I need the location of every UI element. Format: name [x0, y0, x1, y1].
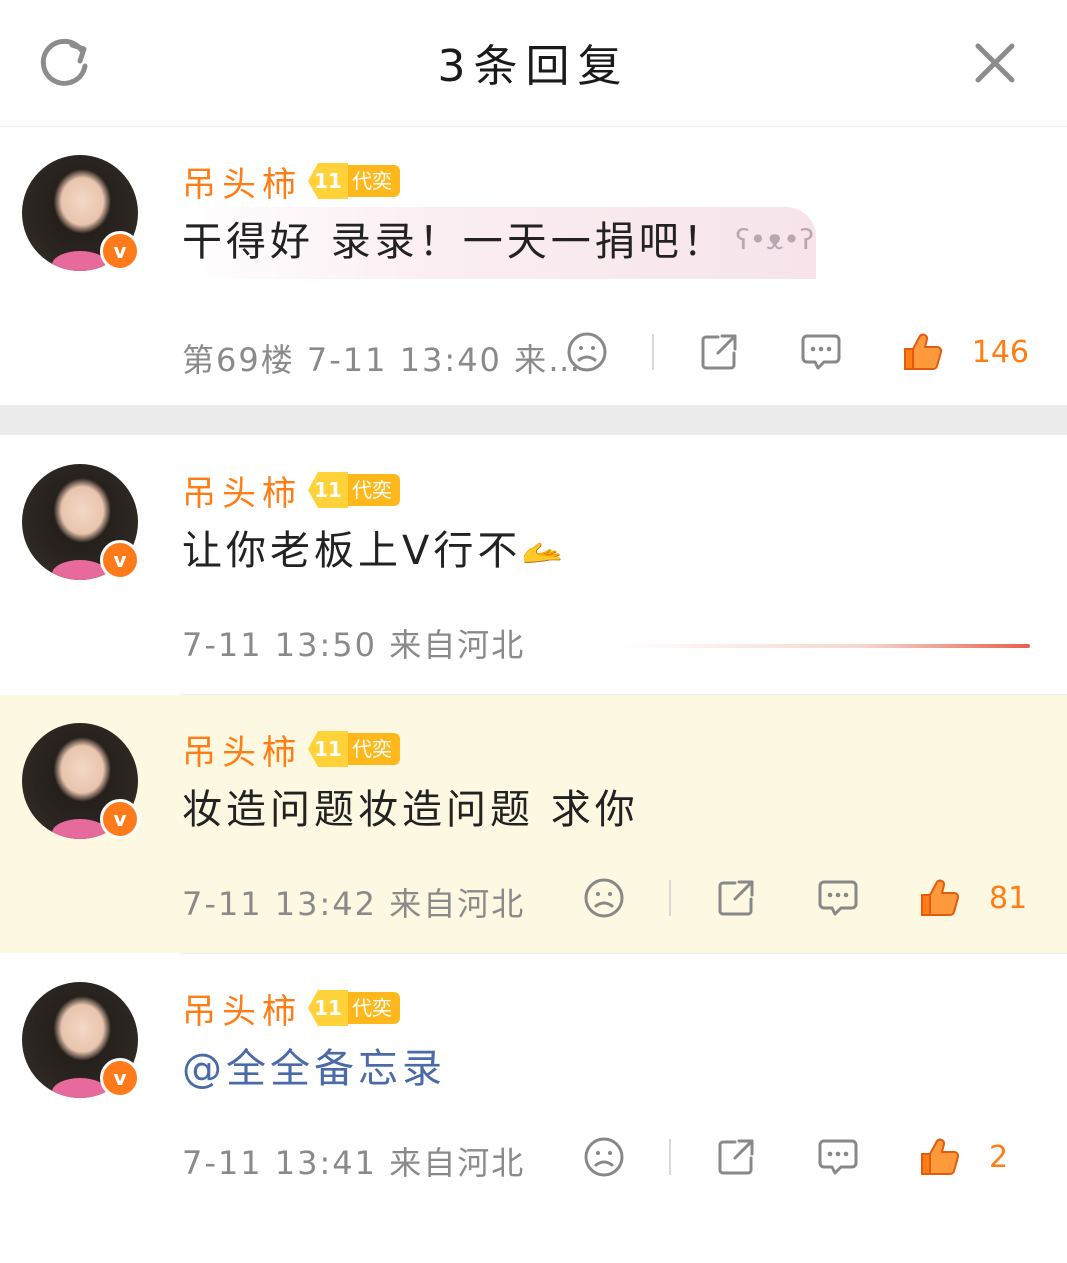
mention-link[interactable]: @全全备忘录: [182, 1036, 446, 1094]
comment-actions: 81: [579, 873, 1029, 923]
like-count: 2: [989, 1139, 1009, 1175]
sad-face-icon: [567, 332, 607, 372]
badge-label: 代奕: [348, 733, 400, 765]
comment-item: v 吊头柿 11 代奕 @全全备忘录 7-11 13:41 来自河北 2: [0, 954, 1067, 1263]
sad-face-icon: [584, 878, 624, 918]
hand-emoji-icon: 🫴: [521, 533, 568, 573]
level-number: 11: [308, 731, 348, 767]
reply-button[interactable]: [813, 1132, 863, 1182]
comment-meta: 第69楼 7-11 13:40 来…: [182, 341, 583, 379]
username[interactable]: 吊头柿: [182, 157, 302, 206]
avatar[interactable]: v: [22, 982, 140, 1098]
verified-icon: v: [100, 1058, 140, 1098]
like-count: 146: [971, 334, 1029, 370]
avatar[interactable]: v: [22, 464, 140, 580]
share-button[interactable]: [711, 1132, 761, 1182]
thumbs-up-icon: [921, 879, 960, 916]
badge-label: 代奕: [348, 165, 400, 197]
like-button[interactable]: [915, 873, 965, 923]
close-icon[interactable]: [970, 38, 1020, 88]
reply-button[interactable]: [813, 873, 863, 923]
comment-item: v 吊头柿 11 代奕 妆造问题妆造问题 求你 7-11 13:42 来自河北: [0, 695, 1067, 953]
action-divider: [669, 1139, 671, 1175]
verified-icon: v: [100, 540, 140, 580]
like-button[interactable]: [915, 1132, 965, 1182]
comment-actions: 2: [579, 1132, 1029, 1182]
sheet-header: 3条回复: [0, 0, 1067, 127]
level-badge: 11 代奕: [308, 990, 400, 1026]
level-number: 11: [308, 472, 348, 508]
level-badge: 11 代奕: [308, 731, 400, 767]
comment-item: v 吊头柿 11 代奕 让你老板上V行不🫴 7-11 13:50 来自河北: [0, 436, 1067, 694]
dislike-button[interactable]: [579, 1132, 629, 1182]
comment-item: v 吊头柿 11 代奕 ʕ•ᴥ•ʔ 干得好 录录！一天一捐吧！ 第69楼 7-1…: [0, 127, 1067, 405]
action-divider: [669, 880, 671, 916]
action-divider: [651, 334, 654, 370]
share-icon: [718, 880, 754, 916]
username[interactable]: 吊头柿: [182, 984, 302, 1033]
section-divider: [0, 405, 1067, 435]
reply-button[interactable]: [796, 327, 846, 377]
comment-meta: 7-11 13:41 来自河北: [182, 1144, 526, 1182]
level-number: 11: [308, 990, 348, 1026]
verified-icon: v: [100, 231, 140, 271]
verified-icon: v: [100, 799, 140, 839]
comment-meta: 7-11 13:42 来自河北: [182, 885, 526, 923]
comment-icon: [801, 334, 841, 370]
comment-text: 干得好 录录！一天一捐吧！: [182, 219, 727, 265]
comment-meta: 7-11 13:50 来自河北: [182, 626, 526, 664]
comment-icon: [818, 880, 858, 916]
share-button[interactable]: [711, 873, 761, 923]
level-number: 11: [308, 163, 348, 199]
username[interactable]: 吊头柿: [182, 725, 302, 774]
loading-line: [620, 644, 1030, 648]
comment-icon: [818, 1139, 858, 1175]
thumbs-up-icon: [921, 1138, 960, 1175]
thumbs-up-icon: [903, 333, 942, 370]
avatar[interactable]: v: [22, 723, 140, 839]
level-badge: 11 代奕: [308, 472, 400, 508]
page-title: 3条回复: [437, 41, 630, 92]
bear-sticker-icon: ʕ•ᴥ•ʔ: [735, 223, 814, 256]
sad-face-icon: [584, 1137, 624, 1177]
replies-sheet: 3条回复 v 吊头柿 11 代奕 ʕ•ᴥ•ʔ 干得好 录录！一天一捐吧！ 第69…: [0, 0, 1067, 1263]
share-button[interactable]: [694, 327, 744, 377]
dislike-button[interactable]: [579, 873, 629, 923]
avatar[interactable]: v: [22, 155, 140, 271]
comment-text: 让你老板上V行不🫴: [182, 518, 568, 576]
like-count: 81: [989, 880, 1028, 916]
comment-text: 妆造问题妆造问题 求你: [182, 787, 639, 833]
comment-actions: 146: [562, 327, 1029, 377]
comment-text-body: 让你老板上V行不: [182, 528, 522, 574]
username[interactable]: 吊头柿: [182, 466, 302, 515]
badge-label: 代奕: [348, 992, 400, 1024]
level-badge: 11 代奕: [308, 163, 400, 199]
like-button[interactable]: [898, 327, 948, 377]
dislike-button[interactable]: [562, 327, 612, 377]
badge-label: 代奕: [348, 474, 400, 506]
share-icon: [718, 1139, 754, 1175]
share-icon: [701, 334, 737, 370]
